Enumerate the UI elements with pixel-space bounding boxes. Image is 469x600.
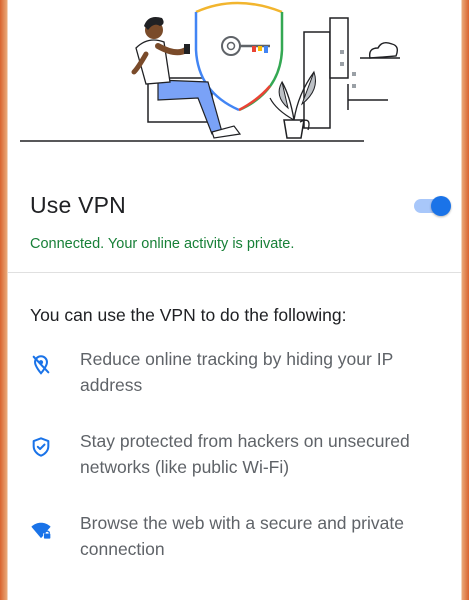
feature-text: Stay protected from hackers on unsecured… <box>80 431 410 477</box>
feature-text: Reduce online tracking by hiding your IP… <box>80 349 393 395</box>
feature-text: Browse the web with a secure and private… <box>80 513 404 559</box>
wifi-lock-icon <box>30 518 52 540</box>
location-off-icon <box>30 354 52 376</box>
vpn-toggle[interactable] <box>414 196 454 216</box>
vpn-toggle-thumb <box>431 196 451 216</box>
use-vpn-row[interactable]: Use VPN <box>30 190 451 226</box>
vpn-status-text: Connected. Your online activity is priva… <box>30 236 295 252</box>
section-divider <box>8 272 461 273</box>
features-heading: You can use the VPN to do the following: <box>30 305 347 325</box>
vpn-card: Use VPN Connected. Your online activity … <box>8 0 461 600</box>
vpn-illustration <box>8 0 461 160</box>
use-vpn-title: Use VPN <box>30 192 126 218</box>
shield-check-icon <box>30 436 52 458</box>
